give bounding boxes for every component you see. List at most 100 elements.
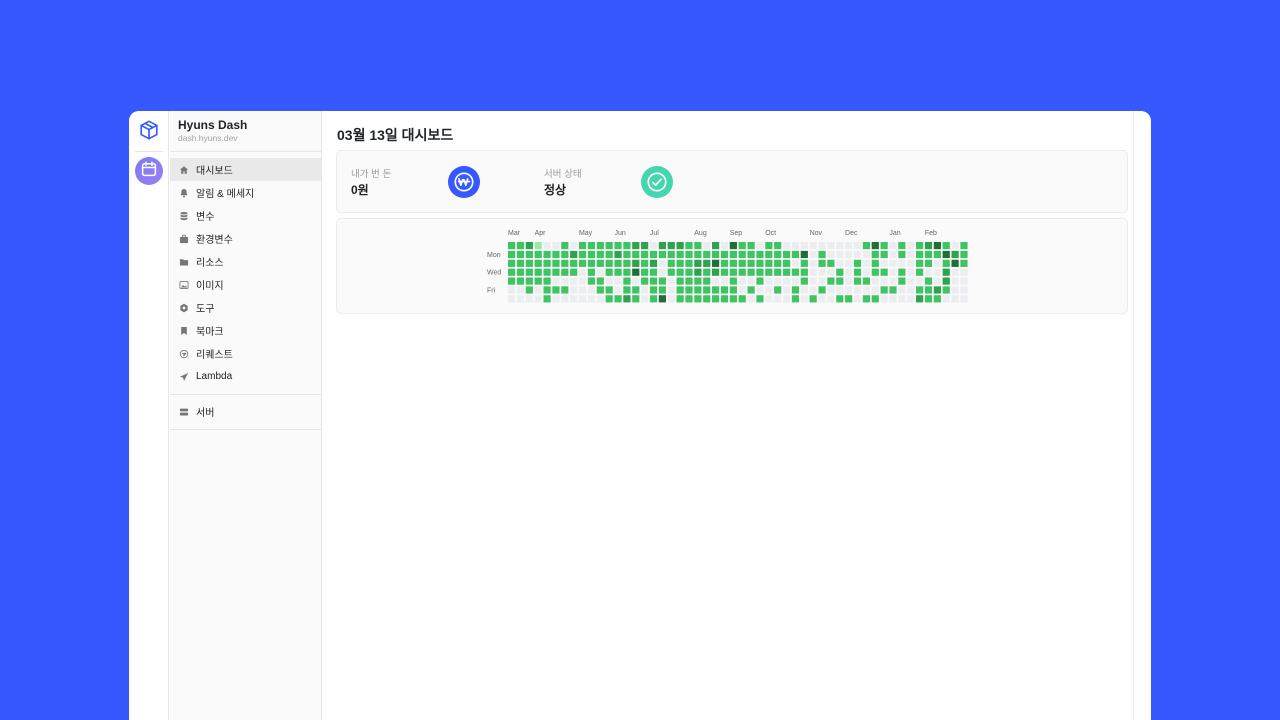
heatmap-cell[interactable] [845,242,853,250]
heatmap-cell[interactable] [596,242,604,250]
heatmap-cell[interactable] [782,242,791,250]
heatmap-cell[interactable] [924,286,933,294]
heatmap-cell[interactable] [862,242,870,250]
heatmap-cell[interactable] [818,286,826,294]
heatmap-cell[interactable] [765,250,773,259]
heatmap-cell[interactable] [871,277,879,285]
heatmap-cell[interactable] [765,277,773,285]
heatmap-cell[interactable] [632,277,640,285]
heatmap-cell[interactable] [809,277,817,285]
heatmap-cell[interactable] [614,268,622,276]
heatmap-cell[interactable] [703,250,711,259]
heatmap-cell[interactable] [712,268,720,276]
heatmap-cell[interactable] [782,277,791,285]
heatmap-cell[interactable] [933,277,941,285]
heatmap-cell[interactable] [791,242,800,250]
sidebar-item-server[interactable]: 서버 [170,400,321,423]
heatmap-cell[interactable] [933,286,941,294]
heatmap-cell[interactable] [667,295,675,303]
sidebar-item-variables[interactable]: 변수 [170,204,321,227]
heatmap-cell[interactable] [818,295,826,303]
heatmap-cell[interactable] [525,268,533,276]
heatmap-cell[interactable] [924,268,933,276]
heatmap-cell[interactable] [809,250,817,259]
heatmap-cell[interactable] [658,295,666,303]
heatmap-cell[interactable] [924,250,933,259]
heatmap-cell[interactable] [765,242,773,250]
heatmap-cell[interactable] [676,250,684,259]
heatmap-cell[interactable] [916,295,924,303]
heatmap-cell[interactable] [685,242,693,250]
heatmap-cell[interactable] [720,295,729,303]
heatmap-cell[interactable] [587,268,596,276]
heatmap-cell[interactable] [605,242,613,250]
heatmap-cell[interactable] [578,295,587,303]
heatmap-cell[interactable] [694,268,702,276]
heatmap-cell[interactable] [641,250,649,259]
heatmap-cell[interactable] [747,295,755,303]
heatmap-cell[interactable] [632,259,640,267]
heatmap-cell[interactable] [641,286,649,294]
heatmap-cell[interactable] [596,295,604,303]
heatmap-cell[interactable] [658,250,666,259]
heatmap-cell[interactable] [676,259,684,267]
heatmap-cell[interactable] [845,250,853,259]
heatmap-cell[interactable] [694,242,702,250]
heatmap-cell[interactable] [570,250,578,259]
heatmap-cell[interactable] [836,277,844,285]
heatmap-cell[interactable] [658,286,666,294]
heatmap-cell[interactable] [534,268,542,276]
heatmap-cell[interactable] [791,268,800,276]
sidebar-item-notifications[interactable]: 알림 & 메세지 [170,181,321,204]
heatmap-cell[interactable] [641,277,649,285]
heatmap-cell[interactable] [774,242,782,250]
heatmap-cell[interactable] [898,242,906,250]
heatmap-cell[interactable] [774,268,782,276]
heatmap-cell[interactable] [836,268,844,276]
heatmap-cell[interactable] [800,295,808,303]
sidebar-item-requests[interactable]: 리퀘스트 [170,342,321,365]
heatmap-cell[interactable] [809,268,817,276]
heatmap-cell[interactable] [614,286,622,294]
heatmap-cell[interactable] [516,268,525,276]
heatmap-cell[interactable] [649,277,658,285]
heatmap-cell[interactable] [933,268,941,276]
heatmap-cell[interactable] [578,268,587,276]
heatmap-cell[interactable] [809,259,817,267]
heatmap-cell[interactable] [916,277,924,285]
heatmap-cell[interactable] [632,268,640,276]
heatmap-cell[interactable] [694,295,702,303]
heatmap-cell[interactable] [605,286,613,294]
heatmap-cell[interactable] [720,242,729,250]
heatmap-cell[interactable] [738,295,746,303]
heatmap-cell[interactable] [641,242,649,250]
heatmap-cell[interactable] [791,277,800,285]
heatmap-cell[interactable] [889,259,897,267]
heatmap-cell[interactable] [534,277,542,285]
heatmap-cell[interactable] [827,295,835,303]
heatmap-cell[interactable] [889,295,897,303]
heatmap-cell[interactable] [685,250,693,259]
heatmap-cell[interactable] [924,242,933,250]
heatmap-cell[interactable] [880,242,888,250]
heatmap-cell[interactable] [712,277,720,285]
heatmap-cell[interactable] [836,250,844,259]
heatmap-cell[interactable] [791,295,800,303]
heatmap-cell[interactable] [853,242,862,250]
heatmap-cell[interactable] [933,242,941,250]
heatmap-cell[interactable] [552,286,560,294]
heatmap-cell[interactable] [587,250,596,259]
heatmap-cell[interactable] [605,250,613,259]
heatmap-cell[interactable] [534,242,542,250]
heatmap-cell[interactable] [880,286,888,294]
heatmap-cell[interactable] [676,242,684,250]
heatmap-cell[interactable] [578,286,587,294]
heatmap-cell[interactable] [889,250,897,259]
heatmap-cell[interactable] [827,259,835,267]
heatmap-cell[interactable] [712,242,720,250]
heatmap-cell[interactable] [632,250,640,259]
heatmap-cell[interactable] [774,259,782,267]
heatmap-cell[interactable] [747,259,755,267]
heatmap-cell[interactable] [756,268,764,276]
heatmap-cell[interactable] [747,286,755,294]
